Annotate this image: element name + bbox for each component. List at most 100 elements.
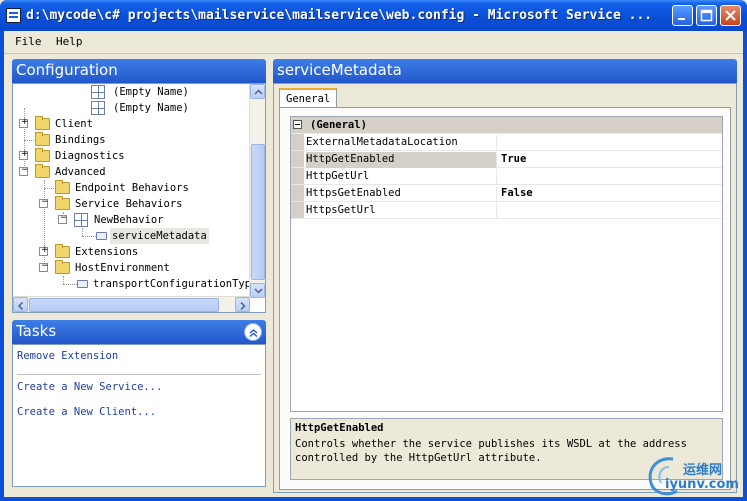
property-row-httpgeturl[interactable]: HttpGetUrl [291, 168, 722, 185]
tree-item-label: Client [55, 118, 93, 130]
expand-icon[interactable]: + [19, 117, 29, 128]
tab-general[interactable]: General [279, 88, 338, 108]
folder-icon [55, 196, 70, 210]
configuration-header: Configuration [12, 59, 266, 83]
scroll-down-button[interactable] [250, 283, 265, 298]
tree-vertical-scrollbar[interactable] [249, 84, 265, 298]
menu-help-label: Help [56, 35, 83, 48]
folder-icon [55, 260, 70, 274]
row-gutter [291, 134, 304, 150]
tree-line [24, 140, 34, 141]
watermark-text: 运维网 [683, 463, 723, 478]
grid-icon [91, 101, 105, 115]
close-button[interactable] [720, 5, 741, 26]
tab-page-general: (General) ExternalMetadataLocation HttpG… [279, 107, 731, 490]
element-icon [96, 232, 107, 240]
create-new-client-link[interactable]: Create a New Client... [17, 406, 156, 418]
tree-item-label: Service Behaviors [75, 198, 183, 210]
configuration-title: Configuration [16, 61, 118, 79]
tree-item-label: Bindings [55, 134, 106, 146]
collapse-icon[interactable]: − [58, 213, 68, 224]
row-gutter [291, 202, 304, 218]
create-new-service-link[interactable]: Create a New Service... [17, 381, 162, 393]
menu-file-label: File [15, 35, 42, 48]
behavior-icon [74, 213, 88, 227]
chevron-right-icon [240, 302, 246, 310]
tree-line [63, 276, 64, 284]
property-name: HttpGetEnabled [306, 152, 497, 168]
row-gutter [291, 151, 304, 167]
menu-bar: File Help [4, 31, 743, 53]
property-value[interactable]: False [501, 186, 533, 201]
collapse-icon[interactable] [293, 120, 302, 129]
tasks-list: Remove Extension Create a New Service...… [12, 344, 266, 487]
folder-icon [55, 244, 70, 258]
maximize-button[interactable] [696, 5, 717, 26]
tab-strip: General [275, 86, 723, 108]
tree-line [63, 284, 77, 285]
menu-help[interactable]: Help [56, 35, 83, 48]
folder-icon [35, 148, 50, 162]
title-bar[interactable]: d:\mycode\c# projects\mailservice\mailse… [0, 0, 747, 31]
property-name: HttpsGetUrl [306, 203, 497, 219]
folder-icon [35, 116, 50, 130]
tree-line [44, 188, 54, 189]
scroll-right-button[interactable] [235, 297, 250, 312]
description-title: HttpGetEnabled [295, 422, 384, 434]
tree-item-label: Endpoint Behaviors [75, 182, 189, 194]
property-name: HttpGetUrl [306, 169, 497, 185]
watermark-url: iyunv.com [665, 477, 739, 492]
property-row-httpsgeturl[interactable]: HttpsGetUrl [291, 202, 722, 219]
collapse-icon[interactable]: − [39, 197, 49, 208]
tree-item-label: Advanced [55, 166, 106, 178]
expand-icon[interactable]: + [39, 245, 49, 256]
tree-horizontal-scrollbar[interactable] [13, 296, 250, 312]
scroll-thumb[interactable] [251, 144, 265, 280]
expand-icon[interactable]: + [19, 149, 29, 160]
collapse-icon[interactable]: − [39, 261, 49, 272]
folder-icon [35, 132, 50, 146]
collapse-icon[interactable]: − [19, 165, 29, 176]
tree-line [82, 236, 96, 237]
tree-item-label: HostEnvironment [75, 262, 170, 274]
property-row-httpsgetenabled[interactable]: HttpsGetEnabled False [291, 185, 722, 202]
category-label: (General) [310, 119, 367, 131]
tasks-header: Tasks [12, 320, 266, 344]
element-icon [77, 280, 88, 288]
tree-item-label: NewBehavior [94, 214, 164, 226]
tasks-divider [17, 374, 261, 375]
tab-general-label: General [286, 93, 331, 105]
window-title: d:\mycode\c# projects\mailservice\mailse… [26, 8, 653, 23]
remove-extension-link[interactable]: Remove Extension [17, 350, 118, 362]
tree-item-label: serviceMetadata [110, 228, 209, 244]
close-icon [725, 10, 736, 21]
tree-item-label: Diagnostics [55, 150, 125, 162]
property-name: HttpsGetEnabled [306, 186, 497, 202]
menu-file[interactable]: File [15, 35, 42, 48]
tree-item-label: (Empty Name) [113, 102, 189, 114]
watermark-logo: 运维网 iyunv.com [643, 451, 743, 497]
row-gutter [291, 168, 304, 184]
property-name: ExternalMetadataLocation [306, 135, 497, 151]
property-category-general[interactable]: (General) [291, 117, 722, 134]
double-chevron-up-icon [249, 329, 258, 338]
app-icon [6, 8, 21, 23]
property-grid[interactable]: (General) ExternalMetadataLocation HttpG… [290, 116, 723, 412]
detail-title: serviceMetadata [277, 61, 402, 79]
property-row-externalmetadatalocation[interactable]: ExternalMetadataLocation [291, 134, 722, 151]
chevron-down-icon [254, 288, 263, 294]
property-value[interactable]: True [501, 152, 526, 167]
chevron-left-icon [17, 302, 24, 310]
chevron-up-icon [254, 89, 263, 95]
tasks-collapse-button[interactable] [244, 323, 262, 341]
minimize-icon [678, 18, 685, 20]
scroll-up-button[interactable] [250, 84, 265, 99]
property-row-httpgetenabled[interactable]: HttpGetEnabled True [291, 151, 722, 168]
detail-header: serviceMetadata [273, 59, 737, 83]
scroll-left-button[interactable] [13, 297, 28, 312]
folder-icon [55, 180, 70, 194]
minimize-button[interactable] [672, 5, 693, 26]
tree-item-label: transportConfigurationType [93, 278, 258, 290]
configuration-tree[interactable]: (Empty Name) (Empty Name) + Client Bindi… [12, 83, 266, 313]
scroll-thumb[interactable] [29, 298, 219, 312]
